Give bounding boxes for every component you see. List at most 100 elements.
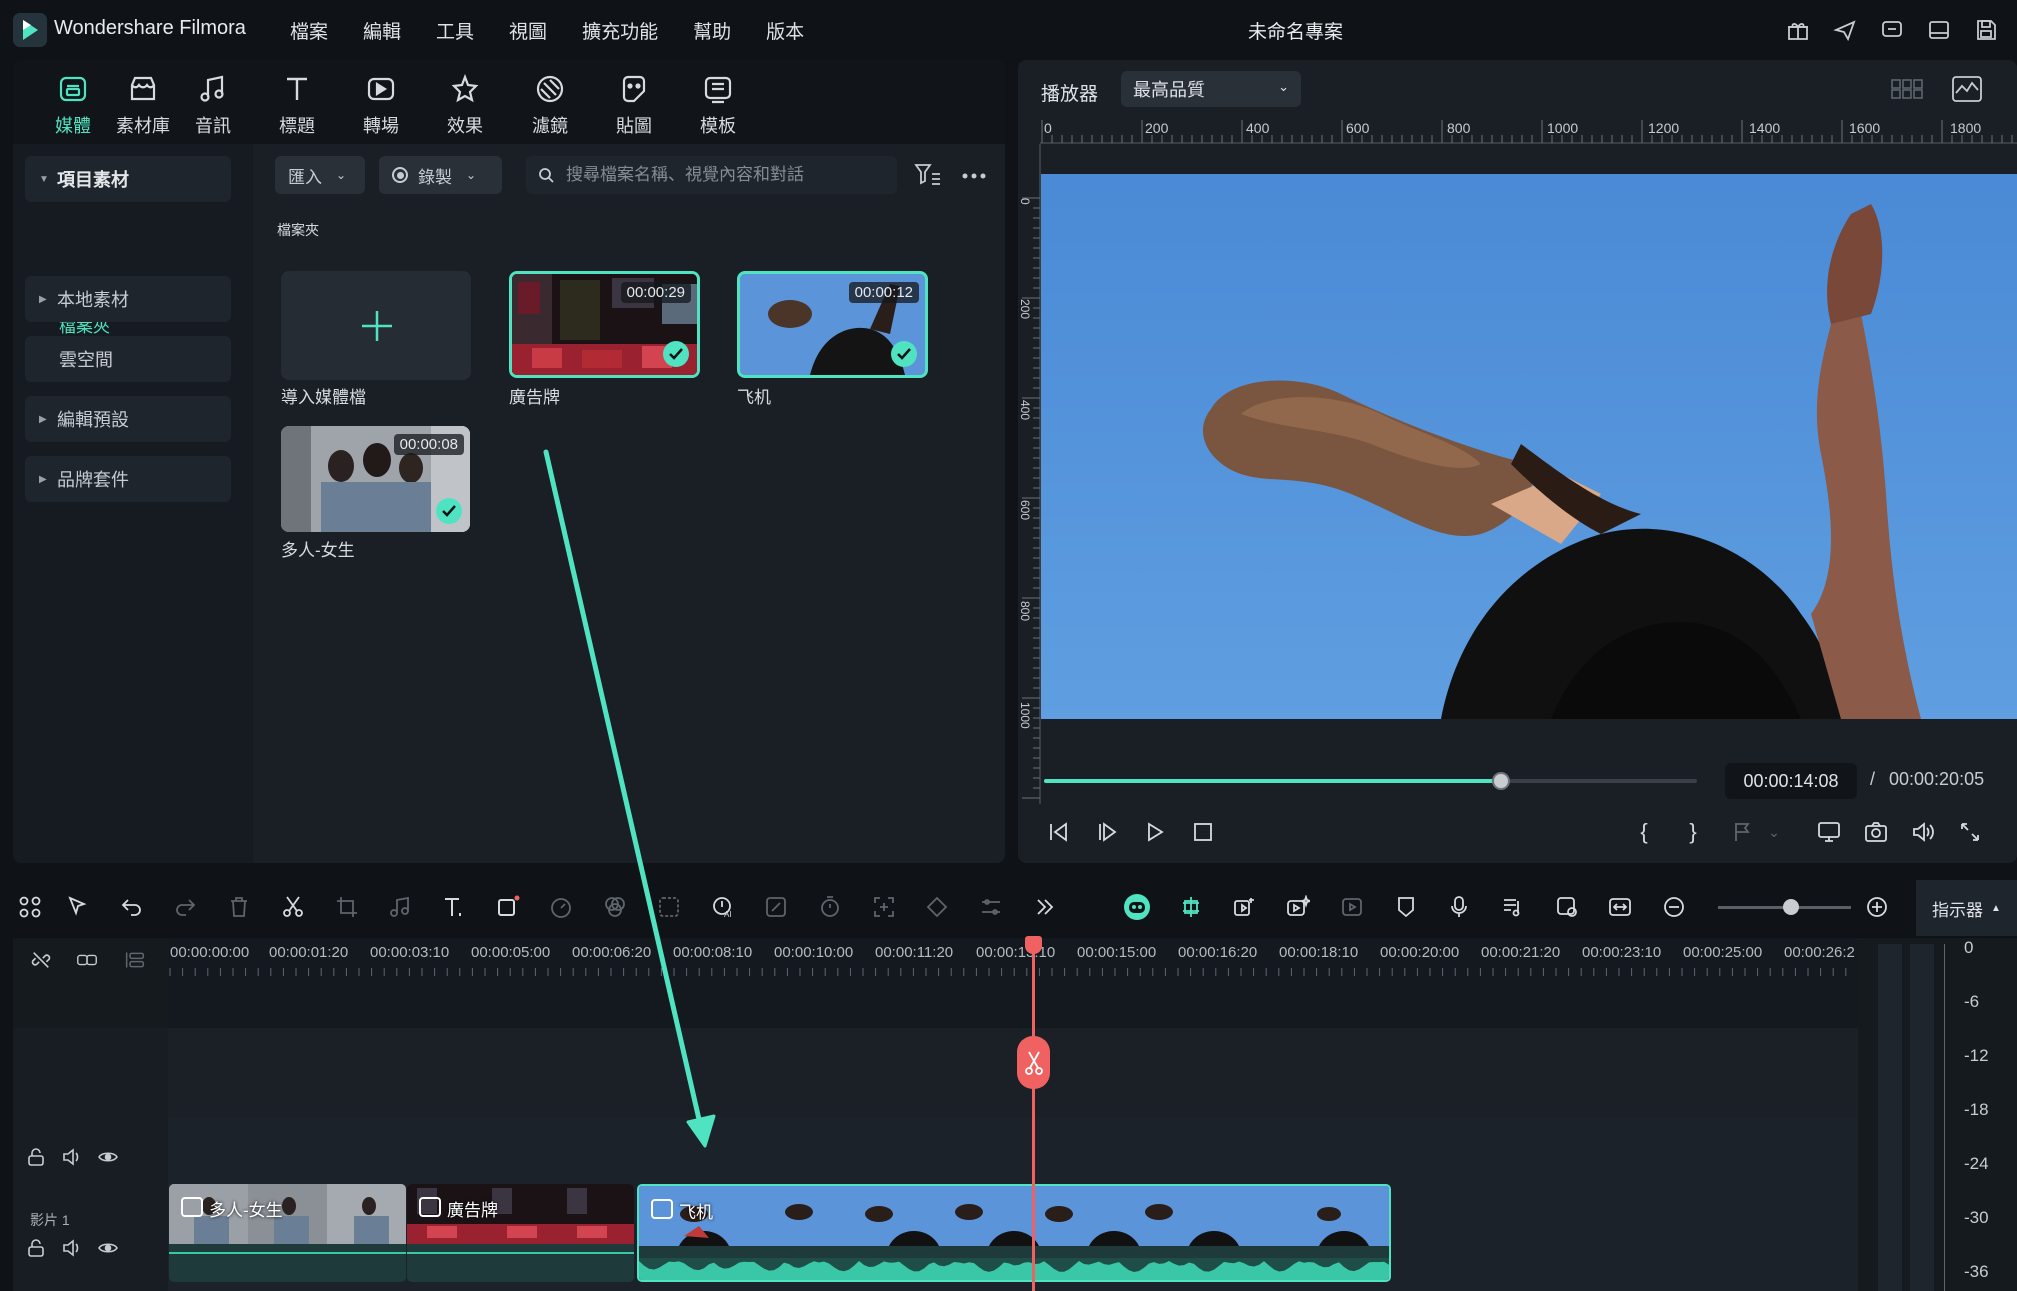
tab-template[interactable]: 模板 [683,70,753,138]
audio-edit-icon[interactable] [385,892,415,922]
gift-icon[interactable] [1784,16,1812,44]
more-icon[interactable] [961,166,987,186]
unlink-icon[interactable] [31,950,51,970]
link-icon[interactable] [77,950,97,970]
lock-icon[interactable] [26,1238,46,1258]
sidebar-item-project-media[interactable]: ▼ 項目素材 [25,156,231,202]
zoom-in-icon[interactable] [1862,892,1892,922]
stop-button[interactable] [1188,817,1218,847]
stabilize-icon[interactable] [869,892,899,922]
menu-version[interactable]: 版本 [766,17,804,44]
play-button[interactable] [1140,817,1170,847]
mark-out-button[interactable]: } [1678,817,1708,847]
select-tool-icon[interactable] [63,892,93,922]
tab-sticker[interactable]: 貼圖 [599,70,669,138]
chat-icon[interactable] [1878,16,1906,44]
media-item-airplane[interactable]: 00:00:12 [737,271,928,378]
save-icon[interactable] [1972,16,2000,44]
eye-icon[interactable] [98,1238,118,1258]
current-time[interactable]: 00:00:14:08 [1725,763,1857,799]
menu-tools[interactable]: 工具 [436,17,474,44]
tab-effects[interactable]: 效果 [430,70,500,138]
timeline-ruler[interactable]: 00:00:00:00 00:00:01:20 00:00:03:10 00:0… [168,938,1858,1028]
fit-timeline-icon[interactable] [1605,892,1635,922]
track-manage-icon[interactable] [125,950,145,970]
tab-filter[interactable]: 濾鏡 [515,70,585,138]
shape-tool-icon[interactable] [493,892,523,922]
display-icon[interactable] [1814,817,1844,847]
import-dropdown[interactable]: 匯入 ⌄ [275,156,365,194]
quality-dropdown[interactable]: 最高品質 ⌄ [1121,71,1301,107]
keyframe-icon[interactable] [922,892,952,922]
music-list-icon[interactable] [1498,892,1528,922]
ai-edit-icon[interactable] [761,892,791,922]
crop-icon[interactable] [332,892,362,922]
adjust-icon[interactable] [976,892,1006,922]
timeline-clip-women[interactable]: 多人-女生 [169,1184,406,1282]
zoom-knob[interactable] [1783,899,1800,915]
timer-icon[interactable] [815,892,845,922]
timeline-clip-airplane[interactable]: 飞机 [637,1184,1391,1282]
timeline-clip-billboard[interactable]: 廣告牌 [407,1184,634,1282]
sidebar-item-local-media[interactable]: ▶ 本地素材 [25,276,231,322]
chevron-down-icon[interactable]: ⌄ [1759,817,1789,847]
menu-edit[interactable]: 編輯 [363,17,401,44]
snapshot-icon[interactable] [1861,817,1891,847]
ai-audio-icon[interactable]: AI [708,892,738,922]
split-handle[interactable] [1017,1036,1050,1089]
volume-icon[interactable] [1908,817,1938,847]
tab-audio[interactable]: 音訊 [178,70,248,138]
marker-shield-icon[interactable] [1391,892,1421,922]
next-frame-button[interactable] [1092,817,1122,847]
playhead-handle[interactable] [1025,936,1042,954]
media-item-women[interactable]: 00:00:08 [281,426,470,532]
menu-extensions[interactable]: 擴充功能 [582,17,658,44]
redo-icon[interactable] [170,892,200,922]
split-scissors-icon[interactable] [278,892,308,922]
eye-icon[interactable] [98,1147,118,1167]
layout-icon[interactable] [1925,16,1953,44]
search-input[interactable] [566,165,886,185]
tab-media[interactable]: 媒體 [38,70,108,138]
media-item-billboard[interactable]: 00:00:29 [509,271,700,378]
fullscreen-icon[interactable] [1955,817,1985,847]
auto-ripple-icon[interactable] [1229,892,1259,922]
ai-mate-icon[interactable] [1122,892,1152,922]
color-icon[interactable] [600,892,630,922]
progress-knob[interactable] [1492,772,1511,790]
undo-icon[interactable] [117,892,147,922]
tab-store[interactable]: 素材庫 [108,70,178,138]
zoom-slider[interactable] [1718,899,1851,915]
filter-sort-icon[interactable] [914,162,942,188]
delete-icon[interactable] [224,892,254,922]
sidebar-item-brand-kit[interactable]: ▶ 品牌套件 [25,456,231,502]
tab-transition[interactable]: 轉場 [346,70,416,138]
layout-grid-icon[interactable] [15,892,45,922]
preview-render-icon[interactable] [1552,892,1582,922]
mask-icon[interactable] [654,892,684,922]
sidebar-item-cloud[interactable]: 雲空間 [25,336,231,382]
prev-frame-button[interactable] [1044,817,1074,847]
menu-view[interactable]: 視圖 [509,17,547,44]
tab-title[interactable]: 標題 [262,70,332,138]
lock-icon[interactable] [26,1147,46,1167]
marker-icon[interactable] [1728,817,1758,847]
menu-file[interactable]: 檔案 [290,17,328,44]
playback-progress[interactable] [1044,772,1697,790]
playhead[interactable] [1032,938,1035,1291]
import-media-card[interactable] [281,271,471,380]
microphone-icon[interactable] [1444,892,1474,922]
text-tool-icon[interactable] [439,892,469,922]
send-icon[interactable] [1831,16,1859,44]
speed-icon[interactable] [546,892,576,922]
more-tools-icon[interactable] [1030,892,1060,922]
indicator-button[interactable]: 指示器 ▲ [1916,880,2017,936]
record-dropdown[interactable]: 錄製 ⌄ [379,156,502,194]
scope-icon[interactable] [1952,76,1982,102]
ai-video-icon[interactable] [1283,892,1313,922]
grid-view-icon[interactable] [1891,78,1923,100]
video-preview[interactable] [1041,174,2017,719]
zoom-out-icon[interactable] [1659,892,1689,922]
mark-in-button[interactable]: { [1629,817,1659,847]
magnet-snap-icon[interactable] [1176,892,1206,922]
